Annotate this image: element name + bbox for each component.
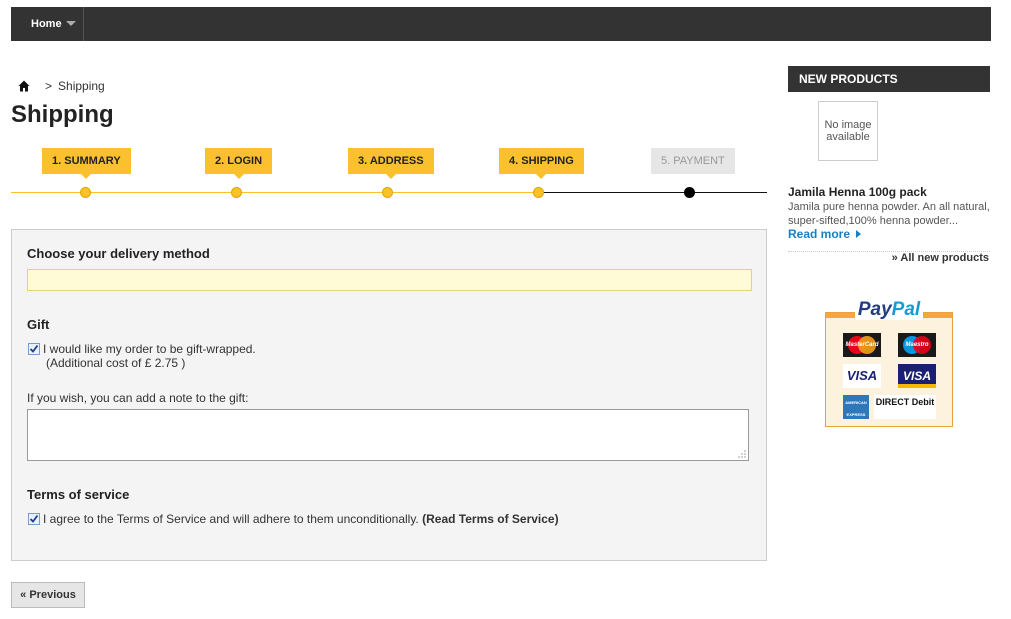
breadcrumb-separator: >: [45, 79, 53, 93]
step-pointer: [81, 174, 92, 179]
step-address-label: 3. ADDRESS: [358, 155, 424, 167]
breadcrumb: > Shipping: [18, 79, 105, 93]
gift-wrap-label[interactable]: I would like my order to be gift-wrapped…: [43, 342, 256, 356]
terms-label[interactable]: I agree to the Terms of Service and will…: [43, 512, 419, 526]
step-login-label: 2. LOGIN: [215, 155, 263, 167]
product-description: Jamila pure henna powder. An all natural…: [788, 201, 990, 227]
gift-wrap-checkbox[interactable]: [28, 343, 40, 355]
read-more-label: Read more: [788, 227, 851, 241]
checkmark-icon: [29, 514, 39, 523]
step-dot-payment: [684, 187, 695, 198]
breadcrumb-current: Shipping: [58, 79, 105, 93]
nav-home-menu[interactable]: Home: [11, 7, 84, 41]
maestro-logo: Maestro: [898, 333, 936, 357]
step-address[interactable]: 3. ADDRESS: [348, 148, 434, 179]
step-dot-shipping: [533, 187, 544, 198]
step-pointer: [233, 174, 244, 179]
progress-line-remaining: [539, 192, 767, 193]
nav-home-label: Home: [31, 18, 62, 30]
no-image-line1: No image: [824, 119, 872, 131]
paypal-logo: PayPal: [826, 299, 952, 321]
shipping-form-panel: Choose your delivery method Gift I would…: [11, 229, 767, 561]
step-dot-summary: [80, 187, 91, 198]
previous-button[interactable]: « Previous: [11, 582, 85, 608]
arrow-right-icon: [856, 230, 862, 238]
page-title: Shipping: [11, 101, 114, 128]
resize-grip-icon[interactable]: [737, 449, 746, 458]
gift-heading: Gift: [27, 317, 50, 332]
top-navigation-bar: Home: [11, 7, 991, 41]
delivery-method-list: [27, 269, 752, 291]
no-image-line2: available: [826, 131, 870, 143]
step-login[interactable]: 2. LOGIN: [205, 148, 273, 179]
amex-logo: AMERICAN EXPRESS: [843, 395, 869, 419]
gift-wrap-cost: (Additional cost of £ 2.75 ): [46, 356, 186, 370]
step-dot-address: [382, 187, 393, 198]
product-name-link[interactable]: Jamila Henna 100g pack: [788, 185, 927, 199]
new-products-heading: NEW PRODUCTS: [788, 66, 990, 92]
visa-logo: VISA: [843, 364, 881, 388]
paypal-badge: PayPal MasterCard Maestro VISA VISA AMER…: [825, 299, 953, 427]
gift-note-label: If you wish, you can add a note to the g…: [27, 391, 249, 405]
step-shipping-label: 4. SHIPPING: [509, 155, 574, 167]
terms-checkbox[interactable]: [28, 513, 40, 525]
step-payment: 5. PAYMENT: [651, 148, 735, 174]
step-dot-login: [231, 187, 242, 198]
mastercard-logo: MasterCard: [843, 333, 881, 357]
delivery-method-heading: Choose your delivery method: [27, 246, 210, 261]
step-shipping[interactable]: 4. SHIPPING: [499, 148, 584, 179]
step-pointer: [536, 174, 547, 179]
step-pointer: [385, 174, 396, 179]
direct-debit-logo: DIRECT Debit: [874, 395, 936, 419]
terms-heading: Terms of service: [27, 487, 130, 502]
caret-down-icon: [65, 20, 76, 26]
step-summary-label: 1. SUMMARY: [52, 155, 121, 167]
step-summary[interactable]: 1. SUMMARY: [42, 148, 131, 179]
read-terms-link[interactable]: (Read Terms of Service): [422, 512, 559, 526]
gift-note-textarea[interactable]: [27, 409, 749, 461]
terms-label-row: I agree to the Terms of Service and will…: [43, 512, 559, 526]
visa-electron-logo: VISA: [898, 364, 936, 388]
home-icon[interactable]: [18, 80, 30, 92]
all-new-products-link[interactable]: » All new products: [892, 252, 989, 264]
checkmark-icon: [29, 344, 39, 353]
order-steps: 1. SUMMARY 2. LOGIN 3. ADDRESS 4. SHIPPI…: [11, 148, 767, 204]
step-payment-label: 5. PAYMENT: [661, 155, 725, 167]
read-more-link[interactable]: Read more: [788, 227, 862, 241]
product-thumbnail[interactable]: No image available: [818, 101, 878, 161]
